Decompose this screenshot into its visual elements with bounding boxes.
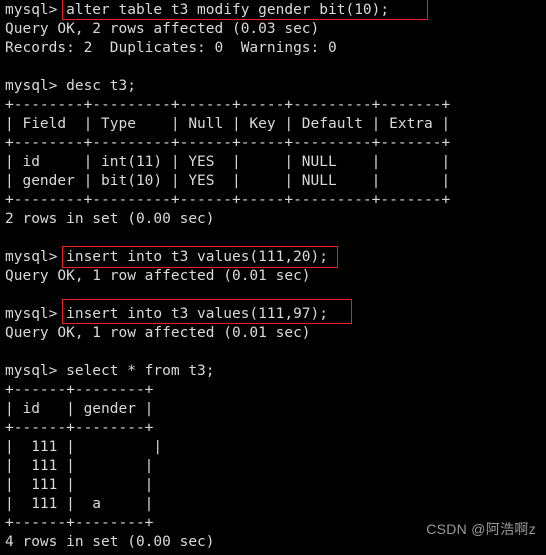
terminal-line: mysql> desc t3; [5, 78, 136, 94]
terminal-line: mysql> insert into t3 values(111,97); [5, 306, 329, 322]
terminal-line: +------+--------+ [5, 420, 154, 436]
terminal-line: Records: 2 Duplicates: 0 Warnings: 0 [5, 40, 337, 56]
terminal-line: | gender | bit(10) | YES | | NULL | | [5, 173, 451, 189]
terminal-output-area[interactable]: mysql> alter table t3 modify gender bit(… [5, 1, 546, 555]
terminal-line: | Field | Type | Null | Key | Default | … [5, 116, 451, 132]
terminal-line: | id | int(11) | YES | | NULL | | [5, 154, 451, 170]
terminal-line: mysql> select * from t3; [5, 363, 215, 379]
terminal-line: | 111 | a | [5, 496, 154, 512]
csdn-watermark: CSDN @阿浩啊z [426, 521, 536, 537]
terminal-line: Query OK, 1 row affected (0.01 sec) [5, 268, 311, 284]
terminal-window[interactable]: mysql> alter table t3 modify gender bit(… [0, 0, 546, 555]
terminal-line: | 111 | | [5, 439, 163, 455]
terminal-line: mysql> insert into t3 values(111,20); [5, 249, 329, 265]
terminal-line: +--------+---------+------+-----+-------… [5, 135, 451, 151]
terminal-line: +--------+---------+------+-----+-------… [5, 97, 451, 113]
terminal-line: 2 rows in set (0.00 sec) [5, 211, 215, 227]
terminal-line: Query OK, 1 row affected (0.01 sec) [5, 325, 311, 341]
terminal-line: mysql> alter table t3 modify gender bit(… [5, 2, 390, 18]
terminal-line: | 111 | | [5, 458, 154, 474]
terminal-line: Query OK, 2 rows affected (0.03 sec) [5, 21, 320, 37]
terminal-line: | 111 | | [5, 477, 154, 493]
terminal-line: +------+--------+ [5, 382, 154, 398]
terminal-line: +--------+---------+------+-----+-------… [5, 192, 451, 208]
terminal-line: | id | gender | [5, 401, 154, 417]
